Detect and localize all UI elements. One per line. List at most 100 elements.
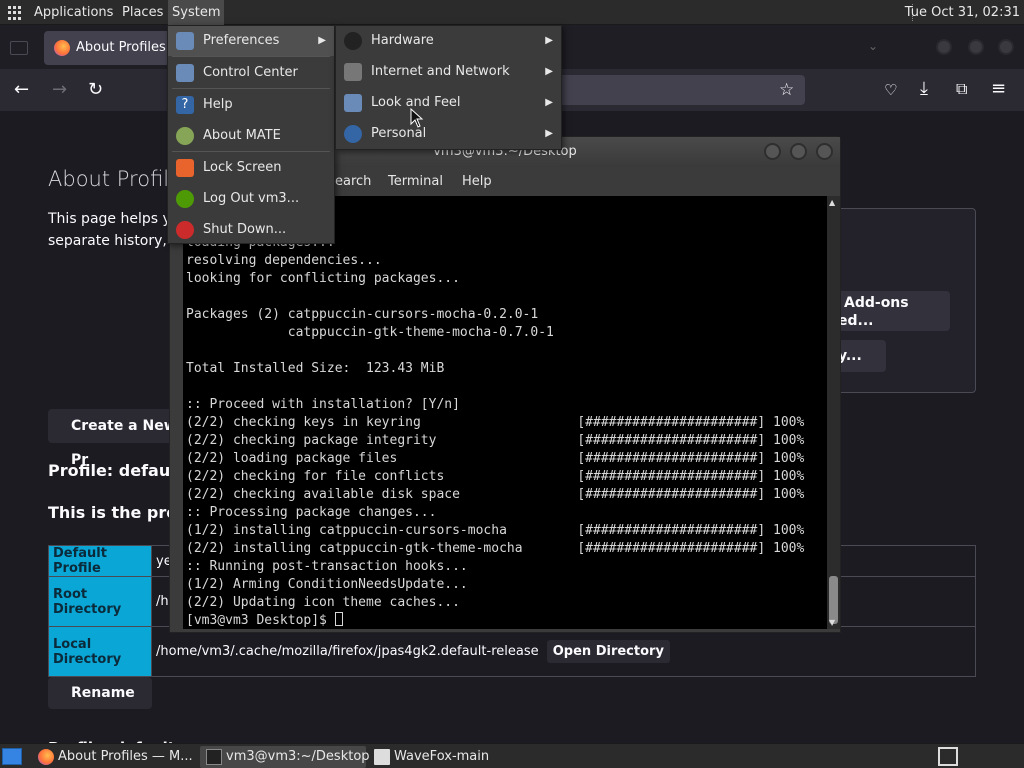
table-key-local-directory: Local Directory [48,626,152,677]
lock-icon [176,159,194,177]
submenu-arrow-icon: ▶ [545,66,553,77]
menu-item-help[interactable]: ? Help [168,90,334,120]
terminal-prompt: [vm3@vm3 Desktop]$ [186,612,804,629]
control-center-icon [176,64,194,82]
terminal-line: looking for conflicting packages... [186,271,460,286]
menu-separator [172,56,330,57]
submenu-arrow-icon: ▶ [545,35,553,46]
clock[interactable]: Tue Oct 31, 02:31 [905,0,1020,25]
terminal-line: (2/2) checking keys in keyring [########… [186,415,805,430]
table-key-root-directory: Root Directory [48,576,152,627]
forward-icon[interactable]: → [52,80,67,100]
submenu-arrow-icon: ▶ [545,97,553,108]
menu-item-label: Log Out vm3... [203,191,300,206]
button-label-line1: Add-ons [844,295,909,311]
taskbar-item-label: vm3@vm3:~/Desktop [226,749,370,764]
extensions-icon[interactable]: ⧉ [956,79,967,99]
taskbar-item-terminal[interactable]: vm3@vm3:~/Desktop [200,746,370,768]
menu-item-lock-screen[interactable]: Lock Screen [168,153,334,183]
terminal-line: (2/2) checking available disk space [###… [186,487,805,502]
bookmark-star-icon[interactable]: ☆ [779,80,794,100]
menu-item-label: Preferences [203,33,280,48]
hardware-icon [344,32,362,50]
rename-button[interactable]: Rename [48,677,152,709]
menu-item-shut-down[interactable]: Shut Down... [168,215,334,245]
submenu-item-hardware[interactable]: Hardware ▶ [336,26,561,56]
workspace-switcher[interactable] [938,747,958,766]
tab-about-profiles[interactable]: About Profiles [44,31,180,65]
terminal-line: (1/2) installing catppuccin-cursors-moch… [186,523,805,538]
preferences-icon [176,32,194,50]
apps-grid-icon[interactable] [8,6,22,20]
terminal-menu-help[interactable]: Help [462,174,492,189]
menu-separator [172,151,330,152]
table-row: Local Directory /home/vm3/.cache/mozilla… [48,626,976,677]
submenu-item-personal[interactable]: Personal ▶ [336,119,561,149]
pocket-icon[interactable]: ♡ [884,80,897,100]
terminal-line: :: Processing package changes... [186,505,437,520]
terminal-close-button[interactable] [816,143,833,160]
back-icon[interactable]: ← [14,80,29,100]
menu-item-label: Internet and Network [371,64,510,79]
menu-item-label: Shut Down... [203,222,287,237]
firefox-icon [38,749,54,765]
menu-item-preferences[interactable]: Preferences ▶ [168,26,334,56]
terminal-line: (1/2) Arming ConditionNeedsUpdate... [186,577,468,592]
page-title: About Profile [48,167,183,191]
terminal-icon [206,749,222,765]
terminal-menu-search[interactable]: earch [335,174,371,189]
terminal-scrollbar[interactable]: ▲ ▼ [827,196,840,629]
submenu-item-look-and-feel[interactable]: Look and Feel ▶ [336,88,561,118]
download-icon[interactable]: ⤓ [920,79,928,99]
close-button[interactable] [998,39,1014,55]
applications-menu[interactable]: Applications [30,0,117,25]
places-menu[interactable]: Places [118,0,167,25]
terminal-menu-terminal[interactable]: Terminal [388,174,443,189]
menu-item-label: Hardware [371,33,434,48]
terminal-minimize-button[interactable] [764,143,781,160]
menu-item-label: Lock Screen [203,160,282,175]
system-menu[interactable]: System [168,0,224,25]
terminal-screen[interactable]: loading packages...resolving dependencie… [183,196,827,629]
open-directory-button[interactable]: Open Directory [546,640,670,663]
reload-icon[interactable]: ↻ [88,80,103,100]
url-bar[interactable]: ☆ [555,75,805,105]
submenu-item-internet-network[interactable]: Internet and Network ▶ [336,57,561,87]
help-icon: ? [176,96,194,114]
firefox-icon [54,40,70,56]
restart-addons-disabled-button[interactable]: Add-ons ed... [826,291,950,331]
terminal-line: resolving dependencies... [186,253,382,268]
system-dropdown-menu: Preferences ▶ Control Center ? Help Abou… [167,25,335,244]
about-mate-icon [176,127,194,145]
tab-list-chevron-icon[interactable]: ⌄ [868,39,878,53]
scrollbar-thumb[interactable] [829,576,838,624]
taskbar-item-label: WaveFox-main [394,749,490,764]
show-desktop-button[interactable] [2,748,22,765]
menu-item-control-center[interactable]: Control Center [168,58,334,88]
minimize-button[interactable] [936,39,952,55]
terminal-line: (2/2) checking package integrity [######… [186,433,805,448]
preferences-submenu: Hardware ▶ Internet and Network ▶ Look a… [335,25,562,150]
create-profile-button[interactable]: Create a New Pr [48,409,188,468]
hamburger-menu-icon[interactable]: ≡ [991,79,1006,99]
menu-item-about-mate[interactable]: About MATE [168,121,334,151]
menu-item-log-out[interactable]: Log Out vm3... [168,184,334,214]
logout-icon [176,190,194,208]
taskbar-item-wavefox[interactable]: WaveFox-main [368,746,534,768]
menu-item-label: About MATE [203,128,281,143]
bottom-panel: About Profiles — M... vm3@vm3:~/Desktop … [0,743,1024,768]
terminal-cursor [334,612,343,626]
terminal-line: (2/2) checking for file conflicts [#####… [186,469,805,484]
taskbar-item-firefox[interactable]: About Profiles — M... [32,746,198,768]
tab-title: About Profiles [76,40,166,55]
maximize-button[interactable] [968,39,984,55]
terminal-maximize-button[interactable] [790,143,807,160]
page-description-line1: This page helps yo [48,211,180,227]
scroll-up-arrow-icon[interactable]: ▲ [829,198,835,207]
scroll-down-arrow-icon[interactable]: ▼ [829,618,835,627]
personal-icon [344,125,362,143]
menu-item-label: Help [203,97,233,112]
sidebar-icon[interactable] [10,41,28,55]
menu-item-label: Control Center [203,65,298,80]
